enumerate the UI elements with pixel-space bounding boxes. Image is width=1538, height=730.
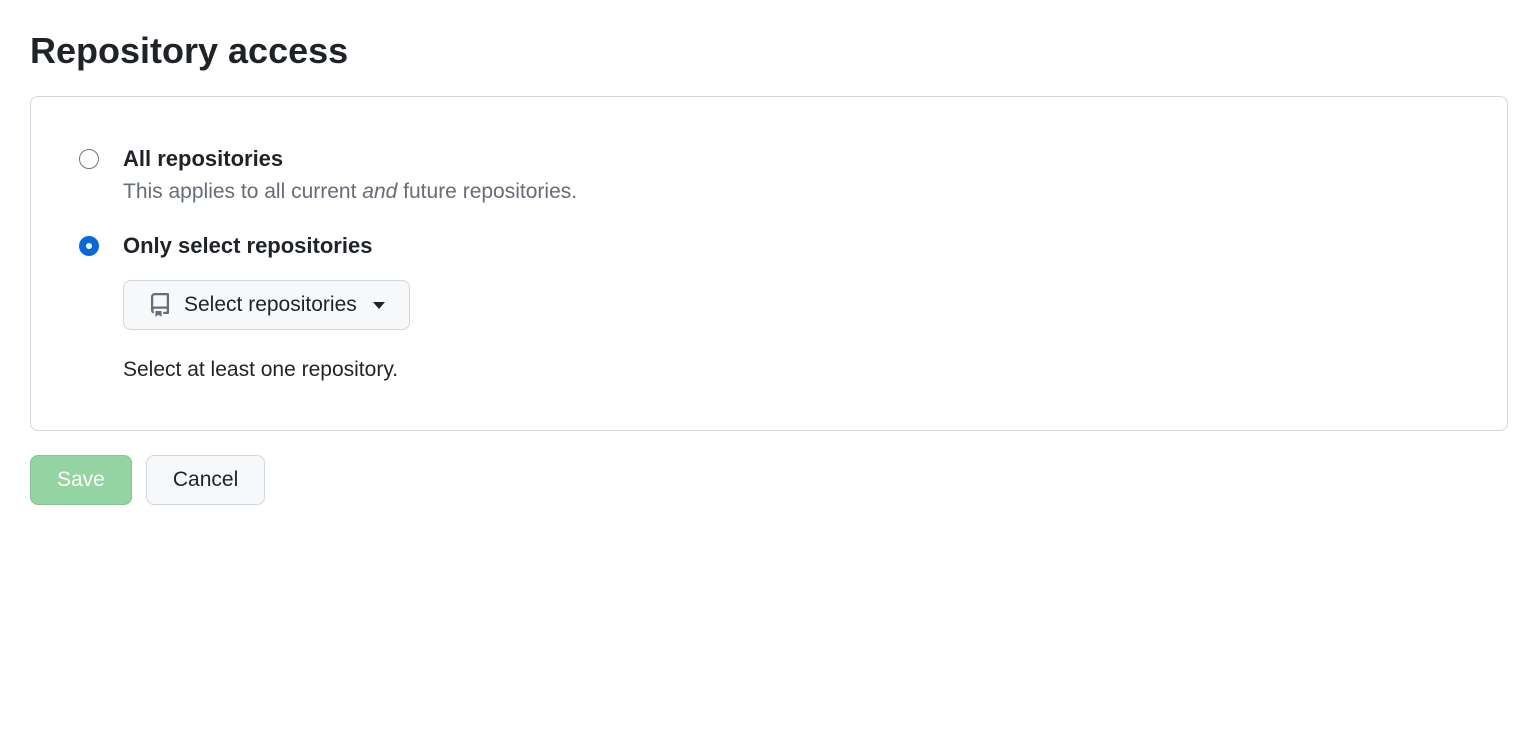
radio-only-select-repositories[interactable] [79, 236, 99, 256]
desc-suffix: future repositories. [397, 180, 577, 203]
option-select-label: Only select repositories [123, 232, 1459, 261]
cancel-button[interactable]: Cancel [146, 455, 265, 505]
repo-select-wrapper: Select repositories [123, 280, 1459, 330]
action-bar: Save Cancel [30, 455, 1508, 505]
select-helper-text: Select at least one repository. [123, 358, 1459, 382]
option-only-select-repositories[interactable]: Only select repositories Select reposito… [79, 232, 1459, 383]
select-repositories-button[interactable]: Select repositories [123, 280, 410, 330]
desc-prefix: This applies to all current [123, 180, 362, 203]
save-button[interactable]: Save [30, 455, 132, 505]
radio-all-repositories[interactable] [79, 149, 99, 169]
option-all-body: All repositories This applies to all cur… [123, 145, 1459, 204]
option-all-label: All repositories [123, 145, 1459, 174]
option-all-repositories[interactable]: All repositories This applies to all cur… [79, 145, 1459, 204]
option-select-body: Only select repositories Select reposito… [123, 232, 1459, 383]
repo-icon [148, 293, 172, 317]
select-repositories-label: Select repositories [184, 293, 357, 317]
desc-em: and [362, 180, 397, 203]
page-title: Repository access [30, 30, 1508, 72]
caret-down-icon [373, 302, 385, 309]
repository-access-panel: All repositories This applies to all cur… [30, 96, 1508, 431]
option-all-description: This applies to all current and future r… [123, 180, 1459, 204]
